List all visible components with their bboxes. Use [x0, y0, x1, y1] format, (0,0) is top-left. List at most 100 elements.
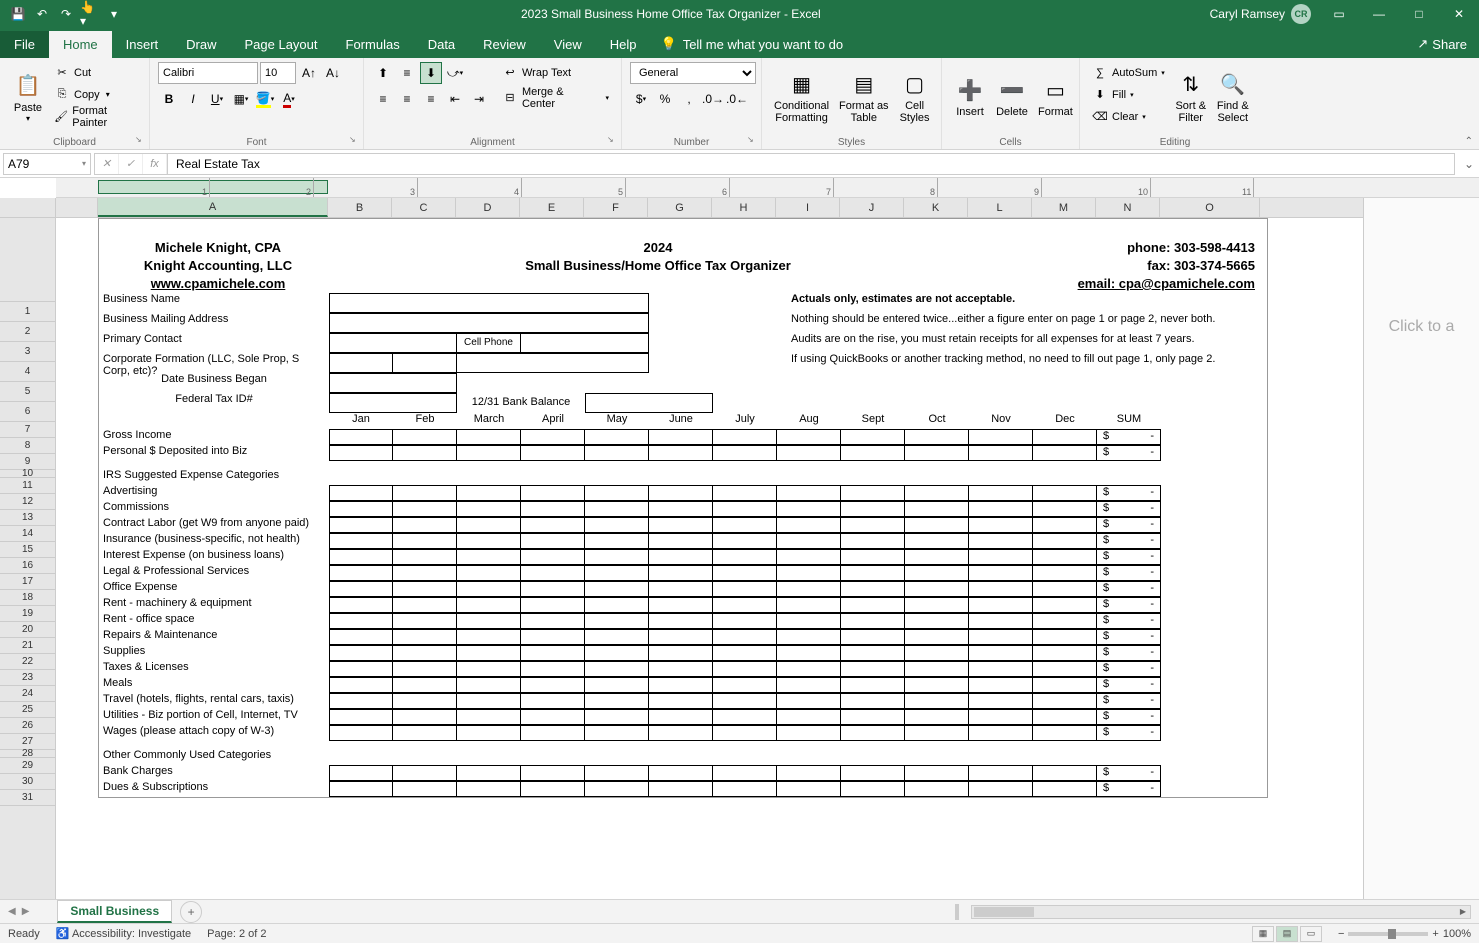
decrease-font-button[interactable]: A↓	[322, 62, 344, 84]
merge-center-button[interactable]: ⊟Merge & Center▾	[498, 87, 613, 108]
underline-button[interactable]: U▾	[206, 88, 228, 110]
column-header-I[interactable]: I	[776, 198, 840, 217]
tab-view[interactable]: View	[540, 31, 596, 58]
zoom-out-button[interactable]: −	[1338, 928, 1344, 940]
row-header-2[interactable]: 2	[0, 322, 55, 342]
row-header-29[interactable]: 29	[0, 758, 55, 774]
column-header-G[interactable]: G	[648, 198, 712, 217]
column-header-B[interactable]: B	[328, 198, 392, 217]
new-sheet-button[interactable]: +	[180, 901, 202, 923]
format-cells-button[interactable]: ▭Format	[1034, 62, 1077, 130]
row-header-19[interactable]: 19	[0, 606, 55, 622]
row-header-13[interactable]: 13	[0, 510, 55, 526]
tab-data[interactable]: Data	[414, 31, 469, 58]
row-header-17[interactable]: 17	[0, 574, 55, 590]
page-break-view-button[interactable]: ▭	[1300, 926, 1322, 942]
zoom-in-button[interactable]: +	[1432, 928, 1438, 940]
increase-decimal-button[interactable]: .0→	[702, 88, 724, 110]
cut-button[interactable]: ✂Cut	[50, 62, 141, 83]
bold-button[interactable]: B	[158, 88, 180, 110]
row-header-30[interactable]: 30	[0, 774, 55, 790]
tab-review[interactable]: Review	[469, 31, 540, 58]
next-page-preview[interactable]: Click to a	[1363, 198, 1479, 899]
clear-button[interactable]: ⌫Clear▾	[1088, 106, 1169, 127]
fx-icon[interactable]: fx	[143, 154, 167, 174]
tab-page-layout[interactable]: Page Layout	[231, 31, 332, 58]
row-header-8[interactable]: 8	[0, 438, 55, 454]
number-format-select[interactable]: General	[630, 62, 756, 84]
row-header-3[interactable]: 3	[0, 342, 55, 362]
tab-scroll-right-icon[interactable]: ▶	[22, 906, 30, 917]
scrollbar-thumb[interactable]	[974, 907, 1034, 917]
paste-button[interactable]: 📋 Paste ▾	[8, 62, 48, 130]
accessibility-status[interactable]: ♿ Accessibility: Investigate	[56, 927, 191, 940]
copy-button[interactable]: ⎘Copy▾	[50, 84, 141, 105]
align-middle-button[interactable]: ≡	[396, 62, 418, 84]
row-header-16[interactable]: 16	[0, 558, 55, 574]
align-left-button[interactable]: ≡	[372, 88, 394, 110]
column-header-M[interactable]: M	[1032, 198, 1096, 217]
ribbon-display-options-icon[interactable]: ▭	[1319, 0, 1359, 28]
align-center-button[interactable]: ≡	[396, 88, 418, 110]
row-header-7[interactable]: 7	[0, 422, 55, 438]
tab-home[interactable]: Home	[49, 31, 112, 58]
tab-scroll-left-icon[interactable]: ◀	[8, 906, 16, 917]
font-dialog-launcher[interactable]: ↘	[349, 135, 361, 147]
normal-view-button[interactable]: ▦	[1252, 926, 1274, 942]
row-header-21[interactable]: 21	[0, 638, 55, 654]
page-layout-view-button[interactable]: ▤	[1276, 926, 1298, 942]
align-bottom-button[interactable]: ⬇	[420, 62, 442, 84]
format-painter-button[interactable]: 🖌Format Painter	[50, 106, 141, 127]
row-header-28[interactable]: 28	[0, 750, 55, 758]
align-top-button[interactable]: ⬆	[372, 62, 394, 84]
collapse-ribbon-icon[interactable]: ⌃	[1465, 136, 1473, 147]
share-button[interactable]: ↗ Share	[1405, 30, 1479, 58]
font-size-select[interactable]	[260, 62, 296, 84]
row-header-26[interactable]: 26	[0, 718, 55, 734]
column-header-L[interactable]: L	[968, 198, 1032, 217]
autosum-button[interactable]: ∑AutoSum▾	[1088, 62, 1169, 83]
percent-button[interactable]: %	[654, 88, 676, 110]
sort-filter-button[interactable]: ⇅Sort & Filter	[1171, 62, 1211, 130]
alignment-dialog-launcher[interactable]: ↘	[607, 135, 619, 147]
fill-button[interactable]: ⬇Fill▾	[1088, 84, 1169, 105]
row-header-4[interactable]: 4	[0, 362, 55, 382]
row-header-31[interactable]: 31	[0, 790, 55, 806]
conditional-formatting-button[interactable]: ▦Conditional Formatting	[770, 62, 833, 130]
close-icon[interactable]: ✕	[1439, 0, 1479, 28]
minimize-icon[interactable]: —	[1359, 0, 1399, 28]
column-header-F[interactable]: F	[584, 198, 648, 217]
column-header-A[interactable]: A	[98, 198, 328, 217]
zoom-level[interactable]: 100%	[1443, 928, 1471, 940]
sheet-grid[interactable]: ABCDEFGHIJKLMNO Michele Knight, CPA Knig…	[56, 198, 1363, 899]
sheet-tab-active[interactable]: Small Business	[57, 900, 172, 923]
zoom-slider[interactable]	[1348, 932, 1428, 936]
row-header-23[interactable]: 23	[0, 670, 55, 686]
row-header-11[interactable]: 11	[0, 478, 55, 494]
accounting-format-button[interactable]: $▾	[630, 88, 652, 110]
tab-formulas[interactable]: Formulas	[332, 31, 414, 58]
italic-button[interactable]: I	[182, 88, 204, 110]
increase-indent-button[interactable]: ⇥	[468, 88, 490, 110]
number-dialog-launcher[interactable]: ↘	[747, 135, 759, 147]
column-header-D[interactable]: D	[456, 198, 520, 217]
row-header-22[interactable]: 22	[0, 654, 55, 670]
tab-insert[interactable]: Insert	[112, 31, 173, 58]
row-header-1[interactable]: 1	[0, 302, 55, 322]
column-header-E[interactable]: E	[520, 198, 584, 217]
row-header-5[interactable]: 5	[0, 382, 55, 402]
decrease-decimal-button[interactable]: .0←	[726, 88, 748, 110]
row-header-24[interactable]: 24	[0, 686, 55, 702]
select-all-corner[interactable]	[0, 198, 55, 218]
horizontal-scrollbar[interactable]: ◀ ▶	[971, 905, 1471, 919]
row-header-15[interactable]: 15	[0, 542, 55, 558]
format-as-table-button[interactable]: ▤Format as Table	[835, 62, 893, 130]
row-header-14[interactable]: 14	[0, 526, 55, 542]
insert-cells-button[interactable]: ➕Insert	[950, 62, 990, 130]
cancel-formula-icon[interactable]: ✕	[95, 154, 119, 174]
scroll-right-icon[interactable]: ▶	[1456, 906, 1470, 918]
expand-formula-bar-icon[interactable]: ⌄	[1459, 157, 1479, 171]
undo-icon[interactable]: ↶	[32, 4, 52, 24]
column-header-N[interactable]: N	[1096, 198, 1160, 217]
row-header-18[interactable]: 18	[0, 590, 55, 606]
